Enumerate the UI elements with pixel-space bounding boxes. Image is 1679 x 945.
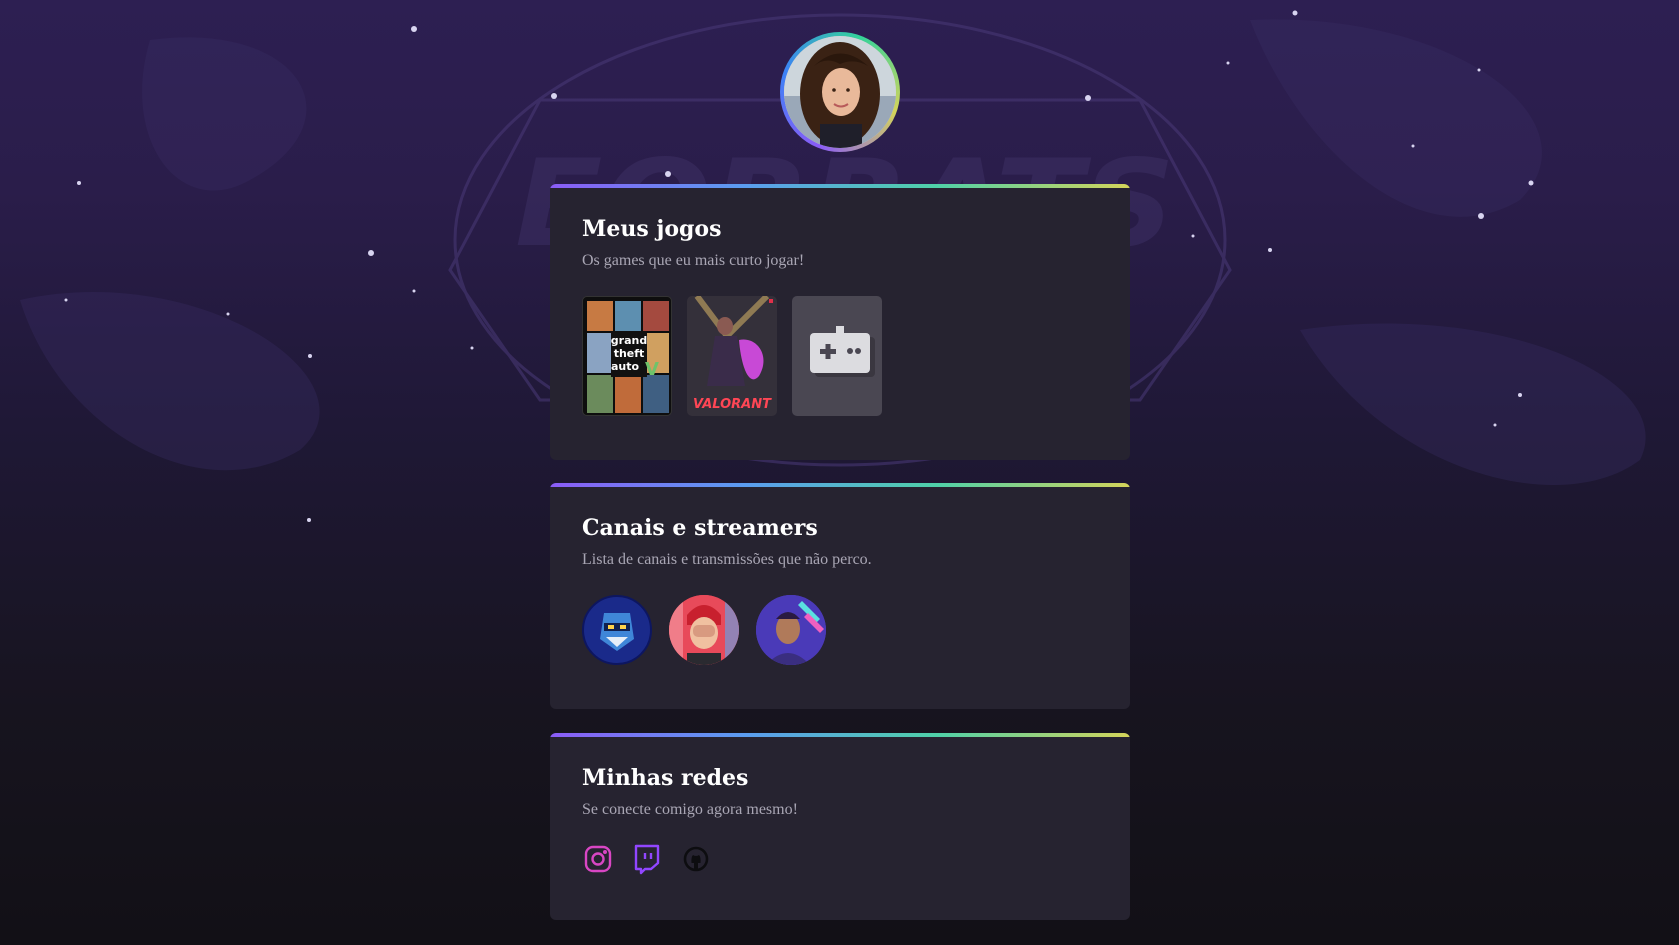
streamers-card: Canais e streamers Lista de canais e tra…	[550, 483, 1130, 709]
social-card-title: Minhas redes	[582, 765, 749, 791]
instagram-icon	[584, 845, 612, 873]
github-link[interactable]	[680, 843, 712, 875]
twitch-icon	[634, 844, 660, 875]
social-links	[582, 843, 1098, 875]
instagram-link[interactable]	[582, 843, 614, 875]
gamepad-icon	[810, 326, 875, 377]
twitch-link[interactable]	[631, 843, 663, 875]
social-card: Minhas redes Se conecte comigo agora mes…	[550, 733, 1130, 920]
github-icon	[683, 846, 709, 872]
games-list: grand theft auto V VALORANT	[582, 296, 1098, 416]
profile-photo	[784, 36, 896, 148]
streamer-avatar-2[interactable]	[669, 595, 739, 665]
gamepad-placeholder[interactable]	[792, 296, 882, 416]
games-card: Meus jogos Os games que eu mais curto jo…	[550, 184, 1130, 460]
streamer-avatar-3[interactable]	[756, 595, 826, 665]
gta-logo-line-2: theft	[614, 347, 645, 360]
valorant-logo: VALORANT	[693, 397, 772, 412]
games-card-title: Meus jogos	[582, 216, 722, 242]
streamers-card-title: Canais e streamers	[582, 515, 818, 541]
streamer-avatar-1[interactable]	[582, 595, 652, 665]
gta-v-cover[interactable]: grand theft auto V	[582, 296, 672, 416]
valorant-cover[interactable]: VALORANT	[687, 296, 777, 416]
gta-logo-mark: V	[645, 359, 659, 380]
games-card-subtitle: Os games que eu mais curto jogar!	[582, 252, 805, 269]
streamers-list	[582, 595, 1098, 665]
profile-avatar	[780, 32, 900, 152]
gta-logo-line-3: auto	[611, 360, 640, 373]
gta-logo-line-1: grand	[611, 334, 647, 347]
streamers-card-subtitle: Lista de canais e transmissões que não p…	[582, 551, 872, 568]
social-card-subtitle: Se conecte comigo agora mesmo!	[582, 801, 798, 818]
